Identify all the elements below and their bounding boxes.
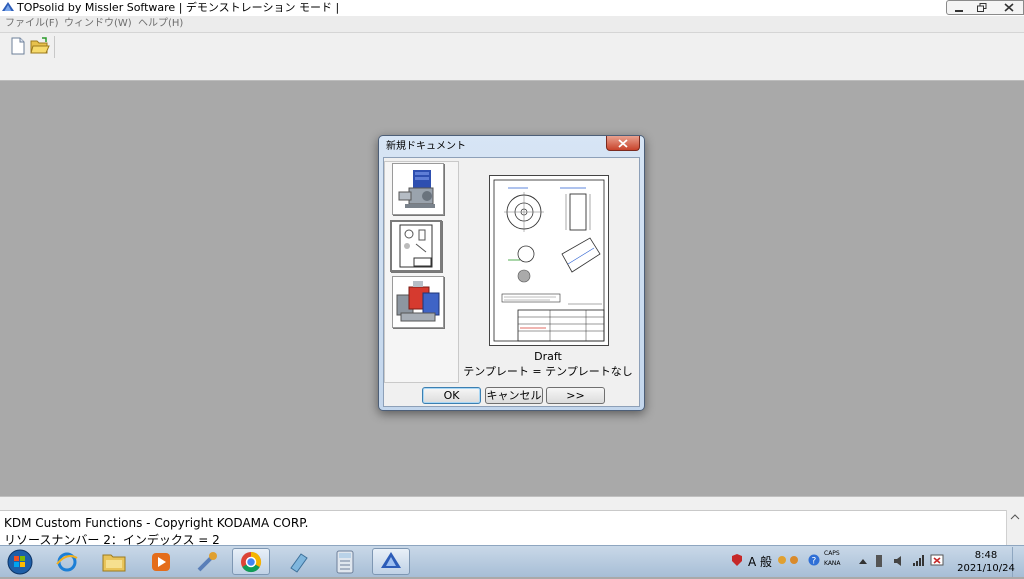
taskbar: A 般 ? CAPS KANA: [0, 545, 1024, 577]
taskbar-ie[interactable]: [48, 548, 86, 575]
close-window-button[interactable]: [994, 0, 1024, 15]
preview-template-name: Draft: [534, 350, 562, 363]
topsolid-taskbar-icon: [381, 551, 401, 568]
console-line: KDM Custom Functions - Copyright KODAMA …: [4, 516, 309, 530]
taskbar-media-player[interactable]: [142, 548, 180, 575]
close-icon: [1003, 3, 1014, 12]
ok-button[interactable]: OK: [422, 387, 481, 404]
svg-text:?: ?: [812, 557, 817, 567]
restore-button[interactable]: [970, 0, 995, 15]
taskbar-explorer[interactable]: [95, 548, 133, 575]
network-signal-icon[interactable]: [912, 553, 926, 567]
taskbar-calculator[interactable]: [326, 548, 364, 575]
tool-app-icon: [197, 551, 217, 571]
help-icon: ?: [808, 554, 820, 566]
minimize-icon: [954, 9, 963, 12]
media-player-icon: [152, 552, 170, 571]
assembly-icon: [396, 281, 440, 322]
internet-explorer-icon: [56, 552, 78, 571]
new-document-icon[interactable]: [10, 37, 26, 55]
next-button[interactable]: >>: [546, 387, 605, 404]
preview-template-info: テンプレート = テンプレートなし: [463, 365, 633, 378]
engine-part-icon: [398, 170, 435, 208]
menu-file[interactable]: ファイル(F): [5, 17, 59, 31]
notes-app-icon: [290, 552, 308, 573]
action-center-icon[interactable]: [930, 553, 944, 567]
new-document-dialog: 新規ドキュメント Draft テンプレート = テンプレートなし OK キャンセ…: [378, 135, 645, 411]
toolbar: [0, 33, 1024, 81]
ime-mode[interactable]: A 般: [748, 553, 772, 570]
clock-date[interactable]: 2021/10/24: [951, 563, 1021, 575]
folder-icon: [102, 554, 126, 571]
security-icon: [732, 554, 742, 566]
draft-preview-image: [489, 175, 609, 346]
template-part-thumbnail[interactable]: [392, 163, 444, 215]
calculator-icon: [336, 550, 354, 573]
taskbar-tool[interactable]: [188, 548, 226, 575]
clock-time[interactable]: 8:48: [966, 550, 1006, 562]
topsolid-app-icon: [2, 2, 14, 11]
taskbar-topsolid[interactable]: [372, 548, 410, 575]
start-button[interactable]: [2, 548, 38, 576]
caps-indicator: CAPS: [824, 550, 840, 557]
menu-help[interactable]: ヘルプ(H): [138, 17, 183, 31]
open-folder-icon[interactable]: [30, 37, 50, 55]
chrome-icon: [241, 551, 262, 572]
windows-start-icon: [7, 549, 33, 575]
drawing-sheet-icon: [399, 224, 433, 268]
taskbar-chrome[interactable]: [232, 548, 270, 575]
cancel-button[interactable]: キャンセル: [485, 387, 543, 404]
window-title: TOPsolid by Missler Software | デモンストレーショ…: [17, 1, 340, 14]
ime-tool-icon: [778, 556, 798, 564]
dialog-close-button[interactable]: [606, 136, 640, 151]
console-line: リソースナンバー 2：インデックス = 2: [4, 533, 220, 546]
show-hidden-icons-icon[interactable]: [858, 557, 868, 565]
minimize-button[interactable]: [946, 0, 971, 15]
menu-bar: ファイル(F) ウィンドウ(W) ヘルプ(H): [0, 16, 1024, 33]
toolbar-separator: [54, 36, 55, 58]
template-draft-thumbnail[interactable]: [390, 220, 442, 272]
usb-device-icon[interactable]: [874, 554, 884, 568]
console-scrollbar[interactable]: [1006, 510, 1024, 545]
status-strip: [0, 496, 1024, 510]
restore-icon: [977, 3, 987, 12]
title-bar: TOPsolid by Missler Software | デモンストレーショ…: [0, 0, 1024, 16]
menu-window[interactable]: ウィンドウ(W): [64, 17, 132, 31]
console-output: KDM Custom Functions - Copyright KODAMA …: [0, 510, 1006, 546]
drawing-sheet-preview-icon: [493, 179, 605, 342]
scroll-up-icon: [1010, 514, 1020, 520]
dialog-title: 新規ドキュメント: [386, 141, 466, 152]
system-tray: A 般 ? CAPS KANA: [726, 548, 966, 575]
close-icon: [618, 138, 628, 148]
template-assembly-thumbnail[interactable]: [392, 276, 444, 328]
taskbar-notes[interactable]: [280, 548, 318, 575]
kana-indicator: KANA: [824, 560, 841, 567]
volume-icon[interactable]: [892, 554, 906, 568]
